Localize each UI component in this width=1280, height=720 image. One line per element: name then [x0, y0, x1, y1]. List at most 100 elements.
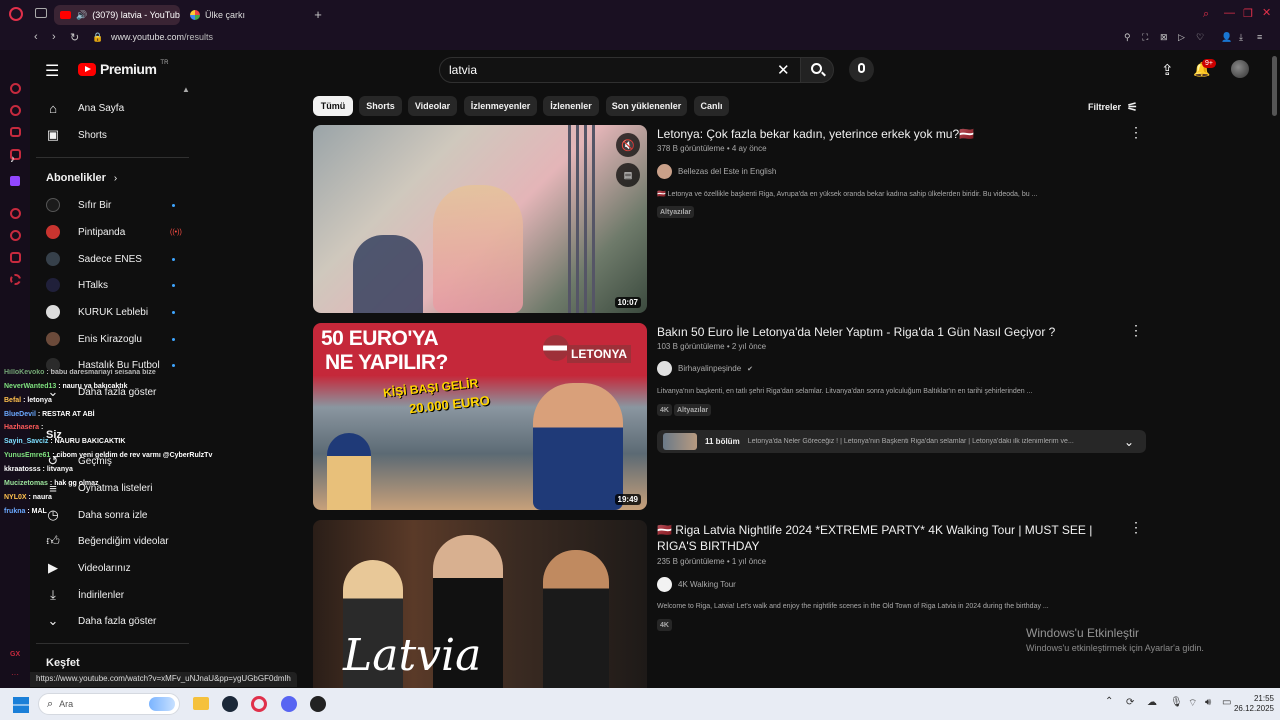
- clear-search-icon[interactable]: ✕: [777, 61, 790, 79]
- taskbar-search[interactable]: ⌕ Ara: [38, 693, 180, 715]
- chip-recently-uploaded[interactable]: Son yüklenenler: [606, 96, 687, 116]
- cloud-icon[interactable]: ☁: [1147, 697, 1157, 708]
- chip-watched[interactable]: İzlenenler: [543, 96, 599, 116]
- subscription-enis-kirazoglu[interactable]: Enis Kirazoglu: [44, 327, 184, 351]
- opera-ai-icon[interactable]: [10, 83, 21, 94]
- opera-logo-icon[interactable]: [9, 7, 23, 21]
- chip-shorts[interactable]: Shorts: [359, 96, 402, 116]
- collapse-icon[interactable]: ▲: [182, 85, 190, 94]
- subscription-kuruk-leblebi[interactable]: KURUK Leblebi: [44, 300, 184, 324]
- more-actions-icon[interactable]: ⋮: [1129, 124, 1143, 141]
- extensions-icon[interactable]: [10, 252, 21, 263]
- workspaces-icon[interactable]: [35, 8, 47, 18]
- video-title[interactable]: Letonya: Çok fazla bekar kadın, yeterinc…: [657, 126, 1117, 142]
- subscription-pintipanda[interactable]: Pintipanda ((•)): [44, 220, 184, 244]
- pin-icon[interactable]: ⚲: [1124, 32, 1131, 43]
- video-duration: 19:49: [614, 494, 641, 505]
- page-scrollbar[interactable]: [1272, 56, 1277, 116]
- sidebar-item-watch-later[interactable]: ◷ Daha sonra izle: [44, 503, 184, 527]
- messenger-icon[interactable]: [10, 105, 21, 116]
- subscription-sifir-bir[interactable]: Sıfır Bir: [44, 193, 184, 217]
- vpn-icon[interactable]: ⊠: [1160, 32, 1168, 43]
- download-browser-icon[interactable]: ⤓: [1239, 32, 1243, 43]
- youtube-premium-logo[interactable]: Premium TR: [78, 60, 168, 77]
- microphone-tray-icon[interactable]: 🎙︎: [1170, 697, 1183, 708]
- upload-icon[interactable]: ⇪: [1161, 61, 1174, 79]
- chip-videos[interactable]: Videolar: [408, 96, 457, 116]
- new-tab-icon[interactable]: +: [311, 7, 325, 22]
- reload-icon[interactable]: ↻: [70, 31, 79, 44]
- gx-icon[interactable]: GX: [10, 651, 20, 658]
- windows-start-icon[interactable]: [13, 697, 29, 713]
- account-avatar[interactable]: [1231, 60, 1249, 78]
- filter-sliders-icon: ⚟: [1127, 100, 1138, 114]
- subscription-htalks[interactable]: HTalks: [44, 273, 184, 297]
- video-thumbnail[interactable]: 🔇 ▤ 10:07: [313, 125, 647, 313]
- mute-icon[interactable]: 🔇: [616, 133, 640, 157]
- sidebar-item-your-videos[interactable]: ▶ Videolarınız: [44, 556, 184, 580]
- browser-tab-bar: 🔊 (3079) latvia - YouTub Ülke çarkı + ⌕ …: [0, 0, 1280, 28]
- chip-live[interactable]: Canlı: [694, 96, 729, 116]
- search-input[interactable]: [449, 62, 759, 78]
- more-actions-icon[interactable]: ⋮: [1129, 322, 1143, 339]
- app-icon[interactable]: [310, 696, 326, 712]
- subscriptions-header[interactable]: Abonelikler ›: [46, 166, 117, 190]
- forward-icon[interactable]: ›: [52, 31, 56, 43]
- sidebar-item-shorts[interactable]: ▣ Shorts: [44, 123, 184, 147]
- video-thumbnail[interactable]: Latvia: [313, 520, 647, 688]
- video-title[interactable]: Bakın 50 Euro İle Letonya'da Neler Yaptı…: [657, 324, 1117, 340]
- search-tabs-icon[interactable]: ⌕: [1203, 8, 1209, 21]
- minimize-icon[interactable]: —: [1224, 7, 1235, 19]
- player-icon[interactable]: [10, 208, 21, 219]
- chapters-row[interactable]: 11 bölüm Letonya'da Neler Göreceğiz ! | …: [657, 430, 1146, 453]
- play-icon[interactable]: ▷: [1178, 32, 1185, 43]
- url-field[interactable]: www.youtube.com/results: [111, 32, 213, 42]
- channel-link[interactable]: 4K Walking Tour: [657, 577, 736, 592]
- maximize-icon[interactable]: ❐: [1243, 7, 1253, 20]
- chevron-down-icon[interactable]: ⌄: [1124, 435, 1134, 449]
- captions-icon[interactable]: ▤: [616, 163, 640, 187]
- video-title[interactable]: 🇱🇻 Riga Latvia Nightlife 2024 *EXTREME P…: [657, 522, 1117, 554]
- tab-youtube[interactable]: 🔊 (3079) latvia - YouTub: [54, 5, 180, 25]
- sidebar-item-home[interactable]: ⌂ Ana Sayfa: [44, 96, 184, 120]
- chip-unwatched[interactable]: İzlenmeyenler: [464, 96, 537, 116]
- discord-icon[interactable]: [281, 696, 297, 712]
- twitch-icon[interactable]: [10, 176, 20, 186]
- more-icon[interactable]: ···: [11, 670, 19, 679]
- voice-search-button[interactable]: [849, 57, 874, 82]
- chip-all[interactable]: Tümü: [313, 96, 353, 116]
- video-thumbnail[interactable]: 50 EURO'YA NE YAPILIR? LETONYA KİŞİ BAŞI…: [313, 323, 647, 510]
- tiktok-icon[interactable]: ♪: [10, 154, 15, 165]
- more-actions-icon[interactable]: ⋮: [1129, 519, 1143, 536]
- back-icon[interactable]: ‹: [34, 31, 38, 43]
- network-app-icon[interactable]: ⟳: [1126, 697, 1134, 708]
- profile-icon[interactable]: 👤: [1221, 32, 1232, 43]
- history-sidebar-icon[interactable]: [10, 230, 21, 241]
- snapshot-icon[interactable]: ⛶: [1142, 32, 1148, 43]
- channel-link[interactable]: Bellezas del Este in English: [657, 164, 776, 179]
- 4k-badge: 4K: [657, 404, 672, 416]
- show-more-you[interactable]: ⌄ Daha fazla göster: [44, 609, 184, 633]
- steam-icon[interactable]: [222, 696, 238, 712]
- whatsapp-icon[interactable]: [10, 127, 21, 137]
- tray-chevron-icon[interactable]: ⌃: [1105, 696, 1113, 707]
- subscription-sadece-enes[interactable]: Sadece ENES: [44, 247, 184, 271]
- channel-link[interactable]: Birhayalinpeşinde ✔: [657, 361, 753, 376]
- settings-icon[interactable]: [10, 274, 21, 285]
- clock[interactable]: 21:55 26.12.2025: [1230, 694, 1274, 714]
- menu-icon[interactable]: ≡: [1257, 32, 1262, 42]
- heart-icon[interactable]: ♡: [1196, 32, 1204, 43]
- opera-gx-icon[interactable]: [251, 696, 267, 712]
- sidebar-item-downloads[interactable]: ⤓ İndirilenler: [44, 583, 184, 607]
- file-explorer-icon[interactable]: [193, 697, 209, 710]
- search-button[interactable]: [800, 57, 834, 83]
- sidebar-item-liked[interactable]: 👍︎ Beğendiğim videolar: [44, 529, 184, 553]
- tab-ulke-carki[interactable]: Ülke çarkı: [184, 5, 304, 25]
- wifi-icon[interactable]: ⌔: [1188, 697, 1197, 710]
- filters-button[interactable]: Filtreler ⚟: [1088, 100, 1138, 114]
- speaker-icon[interactable]: 🔊: [76, 10, 87, 21]
- hamburger-menu-icon[interactable]: ☰: [45, 61, 59, 81]
- close-window-icon[interactable]: ✕: [1262, 6, 1271, 19]
- volume-icon[interactable]: 🔊︎: [1205, 697, 1211, 708]
- lock-icon: 🔒: [92, 32, 104, 42]
